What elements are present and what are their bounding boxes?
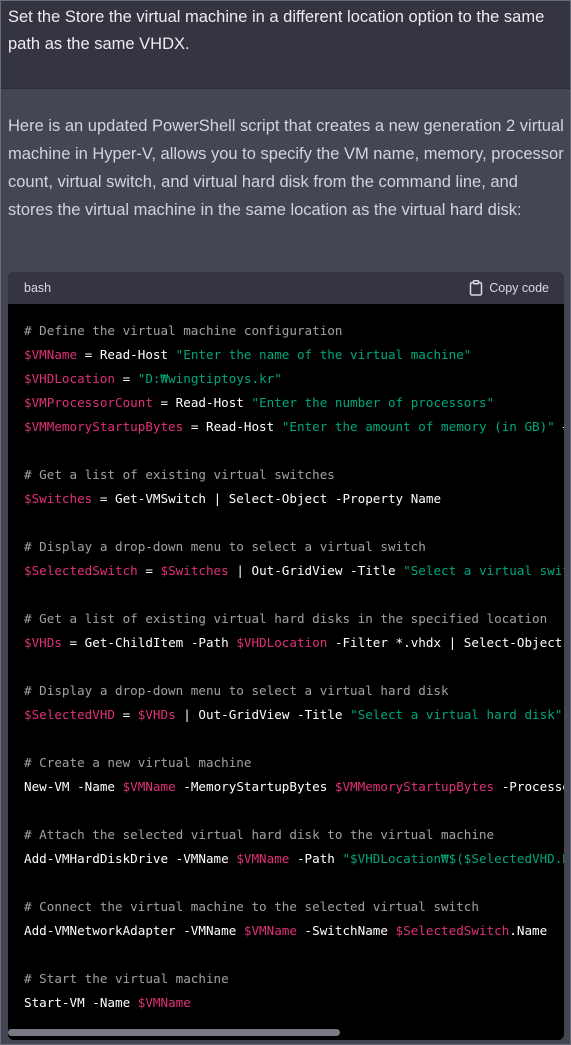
code-variable: $VHDLocation <box>236 635 328 650</box>
code-line: $SelectedSwitch = $Switches | Out-GridVi… <box>24 559 564 583</box>
code-variable: $Switches <box>160 563 229 578</box>
code-text: -ProcessorCount <box>501 779 564 794</box>
code-variable: $VMMemoryStartupBytes <box>334 779 495 794</box>
code-line: # Start the virtual machine <box>24 967 564 991</box>
code-line: $VMName = Read-Host "Enter the name of t… <box>24 343 564 367</box>
code-variable: $VMName <box>24 347 78 362</box>
code-text: .Name <box>509 923 548 938</box>
code-variable: $VHDs <box>24 635 62 650</box>
code-text: = <box>115 707 138 722</box>
code-variable: $VHDLocation <box>24 371 115 386</box>
code-text: Add-VMHardDiskDrive -VMName <box>24 851 237 866</box>
code-variable: $VMName <box>236 851 290 866</box>
code-string: "Select a virtual hard disk" <box>350 707 563 722</box>
code-line: ​ <box>24 727 564 751</box>
code-variable: $SelectedVHD <box>24 707 115 722</box>
code-comment: # Start the virtual machine <box>24 971 229 986</box>
code-comment: # Get a list of existing virtual hard di… <box>24 611 548 626</box>
code-text: = Read-Host <box>152 395 252 410</box>
code-text: -Path <box>289 851 343 866</box>
code-text: = Get-ChildItem -Path <box>61 635 237 650</box>
code-text: Start-VM -Name <box>24 995 138 1010</box>
code-body: # Define the virtual machine configurati… <box>8 304 564 1024</box>
code-text: = Get-VMSwitch | Select-Object -Property… <box>92 491 442 506</box>
code-text: = <box>137 563 161 578</box>
code-variable: $VMName <box>243 923 297 938</box>
code-text: = Read-Host <box>183 419 282 434</box>
code-string: "Enter the amount of memory (in GB)" <box>281 419 555 434</box>
code-line: $VMProcessorCount = Read-Host "Enter the… <box>24 391 564 415</box>
code-line: ​ <box>24 655 564 679</box>
code-comment: # Get a list of existing virtual switche… <box>24 467 335 482</box>
code-line: # Attach the selected virtual hard disk … <box>24 823 564 847</box>
code-text: = Read-Host <box>77 347 176 362</box>
code-line: $VHDLocation = "D:₩wingtiptoys.kr" <box>24 367 564 391</box>
code-comment: # Connect the virtual machine to the sel… <box>24 899 479 914</box>
code-line: $VMMemoryStartupBytes = Read-Host "Enter… <box>24 415 564 439</box>
code-variable: $SelectedSwitch <box>24 563 138 578</box>
code-line: # Get a list of existing virtual hard di… <box>24 607 564 631</box>
code-line: # Connect the virtual machine to the sel… <box>24 895 564 919</box>
code-line: ​ <box>24 799 564 823</box>
user-message: Set the Store the virtual machine in a d… <box>0 0 571 89</box>
code-block: bash Copy code # Define the virtual mach… <box>8 272 564 1040</box>
code-line: ​ <box>24 511 564 535</box>
code-text: -Filter *.vhdx | Select-Object -Property… <box>334 635 563 650</box>
horizontal-scrollbar[interactable] <box>8 1029 340 1036</box>
code-string: "Enter the number of processors" <box>251 395 495 410</box>
code-line: Add-VMNetworkAdapter -VMName $VMName -Sw… <box>24 919 564 943</box>
code-line: ​ <box>24 871 564 895</box>
code-comment: # Attach the selected virtual hard disk … <box>24 827 495 842</box>
code-string: "Enter the name of the virtual machine" <box>175 347 472 362</box>
code-line: # Display a drop-down menu to select a v… <box>24 679 564 703</box>
code-line: ​ <box>24 583 564 607</box>
code-variable: $VMName <box>137 995 191 1010</box>
code-text: Add-VMNetworkAdapter -VMName <box>24 923 244 938</box>
user-message-text: Set the Store the virtual machine in a d… <box>8 8 545 53</box>
code-string: "D:₩wingtiptoys.kr" <box>137 371 282 386</box>
code-header: bash Copy code <box>8 272 564 304</box>
copy-code-label: Copy code <box>489 281 549 295</box>
code-line: Start-VM -Name $VMName <box>24 991 564 1015</box>
code-text: + <box>555 419 564 434</box>
assistant-message-text: Here is an updated PowerShell script tha… <box>8 117 564 219</box>
code-line: # Define the virtual machine configurati… <box>24 319 564 343</box>
code-line: $VHDs = Get-ChildItem -Path $VHDLocation… <box>24 631 564 655</box>
code-text: New-VM -Name <box>24 779 123 794</box>
code-text: = <box>115 371 138 386</box>
copy-code-button[interactable]: Copy code <box>469 280 549 296</box>
code-text: -PassThru <box>562 707 564 722</box>
code-variable: $SelectedSwitch <box>395 923 510 938</box>
code-string: "Select a virtual switch" <box>403 563 564 578</box>
code-line: $SelectedVHD = $VHDs | Out-GridView -Tit… <box>24 703 564 727</box>
code-text: | Out-GridView -Title <box>175 707 351 722</box>
code-variable: $VMName <box>122 779 176 794</box>
code-comment: # Display a drop-down menu to select a v… <box>24 539 426 554</box>
code-line: # Create a new virtual machine <box>24 751 564 775</box>
code-line: $Switches = Get-VMSwitch | Select-Object… <box>24 487 564 511</box>
code-variable: $VMMemoryStartupBytes <box>24 419 184 434</box>
code-line: ​ <box>24 943 564 967</box>
code-line: New-VM -Name $VMName -MemoryStartupBytes… <box>24 775 564 799</box>
code-comment: # Display a drop-down menu to select a v… <box>24 683 449 698</box>
code-string: "$VHDLocation₩$($SelectedVHD.Name)" <box>342 851 564 866</box>
code-text: -MemoryStartupBytes <box>175 779 335 794</box>
code-text: | Out-GridView -Title <box>228 563 404 578</box>
code-line: # Get a list of existing virtual switche… <box>24 463 564 487</box>
code-variable: $VMProcessorCount <box>24 395 153 410</box>
code-text: -SwitchName <box>296 923 396 938</box>
code-comment: # Create a new virtual machine <box>24 755 252 770</box>
code-line: # Display a drop-down menu to select a v… <box>24 535 564 559</box>
code-language-label: bash <box>24 281 52 295</box>
code-line: ​ <box>24 439 564 463</box>
clipboard-icon <box>469 280 483 296</box>
code-variable: $VHDs <box>137 707 176 722</box>
code-variable: $Switches <box>24 491 93 506</box>
code-comment: # Define the virtual machine configurati… <box>24 323 343 338</box>
code-line: Add-VMHardDiskDrive -VMName $VMName -Pat… <box>24 847 564 871</box>
